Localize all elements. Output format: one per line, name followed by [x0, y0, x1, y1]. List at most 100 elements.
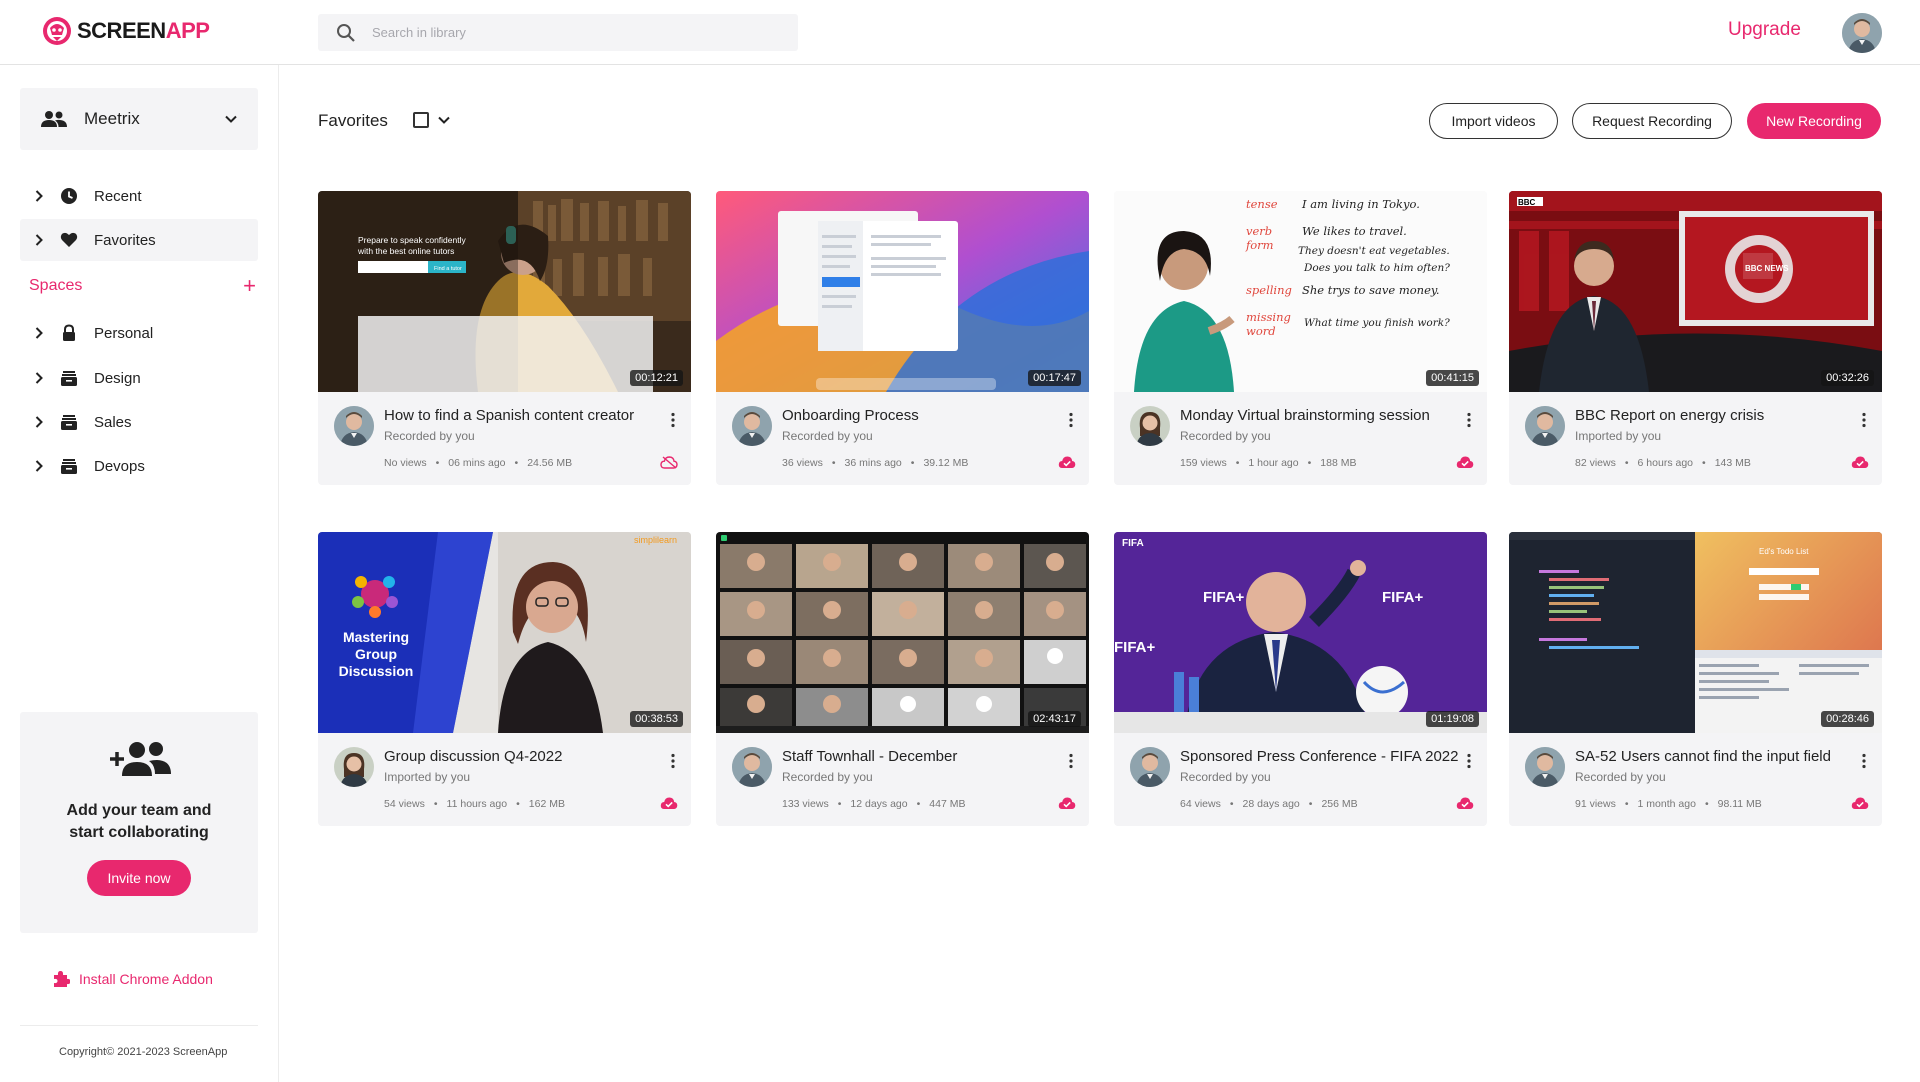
- sidebar-item-label: Recent: [94, 187, 142, 205]
- chevron-right-icon: [32, 233, 46, 247]
- video-owner: Imported by you: [384, 770, 471, 784]
- copyright-text: Copyright© 2021-2023 ScreenApp: [59, 1046, 228, 1058]
- heart-icon: [60, 232, 78, 247]
- video-card[interactable]: tense I am living in Tokyo. verb We like…: [1114, 191, 1487, 485]
- video-owner: Recorded by you: [1180, 429, 1271, 443]
- video-title[interactable]: Onboarding Process: [782, 407, 919, 424]
- svg-text:FIFA+: FIFA+: [1114, 639, 1155, 656]
- chevron-right-icon: [32, 415, 46, 429]
- chevron-down-icon[interactable]: [437, 113, 451, 127]
- video-meta: 91 views • 1 month ago • 98.11 MB: [1575, 798, 1762, 810]
- import-videos-button[interactable]: Import videos: [1429, 103, 1558, 139]
- video-card[interactable]: 00:17:47 Onboarding Process Recorded by …: [716, 191, 1089, 485]
- video-title[interactable]: SA-52 Users cannot find the input field: [1575, 748, 1831, 765]
- sidebar-item-label: Sales: [94, 413, 132, 431]
- svg-text:We likes to travel.: We likes to travel.: [1302, 224, 1407, 238]
- svg-text:tense: tense: [1246, 197, 1278, 211]
- more-options-icon[interactable]: [1068, 753, 1074, 769]
- cloud-synced-icon: [1058, 455, 1076, 469]
- sidebar-item-design[interactable]: Design: [20, 357, 258, 399]
- video-owner: Recorded by you: [1180, 770, 1271, 784]
- avatar: [1525, 747, 1565, 787]
- video-owner: Recorded by you: [782, 770, 873, 784]
- more-options-icon[interactable]: [1466, 412, 1472, 428]
- request-recording-button[interactable]: Request Recording: [1572, 103, 1732, 139]
- video-thumbnail[interactable]: Mastering Group Discussion simplilearn 0…: [318, 532, 691, 733]
- video-meta: 133 views • 12 days ago • 447 MB: [782, 798, 966, 810]
- duration-badge: 02:43:17: [1028, 711, 1081, 727]
- more-options-icon[interactable]: [1068, 412, 1074, 428]
- video-thumbnail[interactable]: FIFA FIFA+ FIFA+ FIFA+ 01:19:08: [1114, 532, 1487, 733]
- more-options-icon[interactable]: [1861, 753, 1867, 769]
- avatar: [1130, 747, 1170, 787]
- sidebar-item-personal[interactable]: Personal: [20, 312, 258, 354]
- video-card[interactable]: 02:43:17 Staff Townhall - December Recor…: [716, 532, 1089, 826]
- select-all-checkbox[interactable]: [413, 112, 429, 128]
- lock-icon: [63, 324, 75, 341]
- video-thumbnail[interactable]: BBC NEWS BBC 00:32:26: [1509, 191, 1882, 392]
- video-thumbnail[interactable]: 00:17:47: [716, 191, 1089, 392]
- stack-icon: [60, 369, 78, 387]
- chevron-down-icon: [225, 115, 237, 123]
- video-title[interactable]: Staff Townhall - December: [782, 748, 957, 765]
- svg-text:Find a tutor: Find a tutor: [434, 266, 462, 272]
- video-owner: Recorded by you: [782, 429, 873, 443]
- video-card[interactable]: Ed's Todo List 00:28:46 SA-52 Users cann…: [1509, 532, 1882, 826]
- sidebar-item-recent[interactable]: Recent: [20, 175, 258, 217]
- svg-text:I am living in Tokyo.: I am living in Tokyo.: [1301, 197, 1420, 211]
- sidebar-item-label: Design: [94, 369, 141, 387]
- screenapp-logo[interactable]: SCREENAPP: [41, 15, 210, 47]
- svg-text:Group: Group: [355, 646, 397, 662]
- video-thumbnail[interactable]: tense I am living in Tokyo. verb We like…: [1114, 191, 1487, 392]
- video-thumbnail[interactable]: Ed's Todo List 00:28:46: [1509, 532, 1882, 733]
- svg-text:simplilearn: simplilearn: [634, 535, 677, 545]
- sidebar-item-devops[interactable]: Devops: [20, 445, 258, 487]
- video-card[interactable]: Mastering Group Discussion simplilearn 0…: [318, 532, 691, 826]
- top-header: SCREENAPP Upgrade: [0, 0, 1920, 65]
- user-avatar[interactable]: [1842, 13, 1882, 53]
- sidebar-item-favorites[interactable]: Favorites: [20, 219, 258, 261]
- upgrade-link[interactable]: Upgrade: [1728, 19, 1801, 41]
- install-chrome-addon-link[interactable]: Install Chrome Addon: [52, 970, 213, 988]
- svg-text:They doesn't eat vegetables.: They doesn't eat vegetables.: [1298, 245, 1450, 257]
- more-options-icon[interactable]: [1861, 412, 1867, 428]
- workspace-selector[interactable]: Meetrix: [20, 88, 258, 150]
- logo-icon: [43, 17, 71, 45]
- video-card[interactable]: FIFA FIFA+ FIFA+ FIFA+ 01:19:08 Sponsore…: [1114, 532, 1487, 826]
- video-thumbnail[interactable]: Prepare to speak confidently with the be…: [318, 191, 691, 392]
- sidebar: Meetrix Recent Favorites Spaces + Person…: [0, 65, 279, 1082]
- add-space-button[interactable]: +: [243, 275, 256, 297]
- spaces-header: Spaces +: [29, 275, 258, 301]
- svg-text:FIFA: FIFA: [1122, 538, 1144, 549]
- svg-text:missing: missing: [1246, 310, 1291, 324]
- more-options-icon[interactable]: [1466, 753, 1472, 769]
- video-title[interactable]: Group discussion Q4-2022: [384, 748, 562, 765]
- page-title: Favorites: [318, 111, 388, 130]
- svg-text:Ed's Todo List: Ed's Todo List: [1759, 547, 1809, 556]
- library-search[interactable]: [318, 14, 798, 51]
- new-recording-button[interactable]: New Recording: [1747, 103, 1881, 139]
- video-owner: Recorded by you: [384, 429, 475, 443]
- more-options-icon[interactable]: [670, 412, 676, 428]
- sidebar-item-label: Devops: [94, 457, 145, 475]
- sidebar-divider: [20, 1025, 258, 1026]
- more-options-icon[interactable]: [670, 753, 676, 769]
- video-thumbnail[interactable]: 02:43:17: [716, 532, 1089, 733]
- invite-now-button[interactable]: Invite now: [87, 860, 191, 896]
- video-meta: 159 views • 1 hour ago • 188 MB: [1180, 457, 1357, 469]
- video-title[interactable]: Sponsored Press Conference - FIFA 2022: [1180, 748, 1459, 765]
- video-card[interactable]: Prepare to speak confidently with the be…: [318, 191, 691, 485]
- svg-text:She trys to save money.: She trys to save money.: [1302, 283, 1440, 297]
- video-title[interactable]: Monday Virtual brainstorming session: [1180, 407, 1430, 424]
- video-meta: No views • 06 mins ago • 24.56 MB: [384, 457, 573, 469]
- search-input[interactable]: [372, 25, 772, 40]
- video-card[interactable]: BBC NEWS BBC 00:32:26 BBC Report on ener…: [1509, 191, 1882, 485]
- svg-text:form: form: [1245, 238, 1274, 252]
- video-title[interactable]: BBC Report on energy crisis: [1575, 407, 1764, 424]
- sidebar-item-sales[interactable]: Sales: [20, 401, 258, 443]
- avatar: [732, 406, 772, 446]
- chevron-right-icon: [32, 371, 46, 385]
- video-title[interactable]: How to find a Spanish content creator: [384, 407, 634, 424]
- stack-icon: [60, 413, 78, 431]
- avatar: [1130, 406, 1170, 446]
